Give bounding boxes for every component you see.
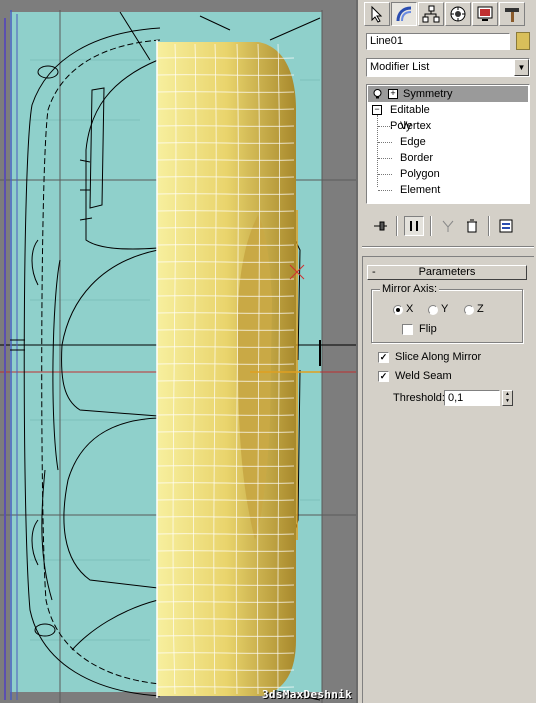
axis-x-label: X	[406, 303, 414, 315]
slice-along-mirror-label: Slice Along Mirror	[395, 351, 482, 363]
weld-seam-checkbox[interactable]: ✓	[378, 371, 389, 382]
radio-axis-y[interactable]	[428, 305, 438, 315]
threshold-spinner[interactable]: ▲ ▼	[502, 390, 513, 406]
show-end-result-button[interactable]	[404, 216, 424, 236]
motion-tab[interactable]	[445, 2, 471, 26]
stack-subobject-element[interactable]: Element	[400, 182, 440, 198]
flip-label: Flip	[419, 323, 437, 335]
create-arrow-icon	[371, 5, 383, 23]
chevron-down-icon[interactable]: ▼	[514, 59, 529, 76]
command-panel: Line01 Modifier List ▼ + Symmetry − Edit…	[356, 0, 536, 703]
utilities-hammer-icon	[505, 8, 519, 22]
object-color-swatch[interactable]	[516, 32, 530, 50]
radio-axis-z[interactable]	[464, 305, 474, 315]
parameters-rollout-header[interactable]: - Parameters	[367, 265, 527, 280]
pin-stack-button[interactable]	[370, 216, 390, 236]
modify-icon	[396, 6, 412, 22]
modifier-list-dropdown[interactable]: Modifier List ▼	[366, 58, 530, 77]
symmetry-mesh	[156, 40, 296, 698]
configure-modifier-sets-button[interactable]	[496, 216, 516, 236]
create-tab[interactable]	[364, 2, 390, 26]
expand-plus-icon[interactable]: +	[388, 89, 398, 99]
hierarchy-icon	[422, 5, 440, 23]
display-icon	[477, 6, 493, 21]
configure-sets-icon	[499, 219, 513, 233]
remove-modifier-button[interactable]	[462, 216, 482, 236]
trash-icon	[467, 219, 477, 233]
object-name-field[interactable]: Line01	[366, 33, 510, 50]
watermark-text: 3dsMaxDeshnik	[262, 688, 352, 701]
pin-icon	[374, 221, 387, 231]
collapse-minus-icon[interactable]: −	[372, 105, 382, 115]
stack-subobject-border[interactable]: Border	[400, 150, 433, 166]
stack-item-label: Symmetry	[403, 88, 453, 100]
threshold-input[interactable]: 0,1	[444, 390, 500, 406]
command-panel-tabs	[364, 2, 525, 26]
stack-subobject-edge[interactable]: Edge	[400, 134, 426, 150]
radio-axis-x[interactable]	[393, 305, 403, 315]
slice-along-mirror-checkbox[interactable]: ✓	[378, 352, 389, 363]
hierarchy-tab[interactable]	[418, 2, 444, 26]
stack-toolbar	[366, 214, 530, 238]
modify-tab[interactable]	[391, 2, 417, 26]
axis-y-label: Y	[441, 303, 449, 315]
collapse-icon: -	[372, 266, 376, 278]
mirror-axis-group: Mirror Axis: X Y Z Flip	[371, 283, 523, 343]
make-unique-button[interactable]	[438, 216, 458, 236]
stack-subobject-vertex[interactable]: Vertex	[400, 118, 431, 134]
show-end-result-icon	[410, 221, 418, 231]
utilities-tab[interactable]	[499, 2, 525, 26]
axis-z-label: Z	[477, 303, 484, 315]
stack-item-symmetry[interactable]: + Symmetry	[368, 86, 528, 102]
parameters-rollout: - Parameters Mirror Axis: X Y Z Flip ✓ S…	[362, 256, 534, 703]
weld-seam-label: Weld Seam	[395, 370, 452, 382]
viewport-canvas[interactable]	[0, 0, 356, 703]
perspective-viewport[interactable]: 3dsMaxDeshnik	[0, 0, 356, 703]
lightbulb-icon[interactable]	[373, 89, 382, 99]
modifier-stack[interactable]: + Symmetry − Editable Poly Vertex Edge B…	[366, 84, 530, 204]
rollout-title: Parameters	[418, 266, 476, 278]
motion-icon	[450, 6, 466, 22]
flip-checkbox[interactable]	[402, 324, 413, 335]
make-unique-icon	[442, 220, 454, 232]
mirror-axis-label: Mirror Axis:	[380, 283, 439, 295]
display-tab[interactable]	[472, 2, 498, 26]
stack-subobject-polygon[interactable]: Polygon	[400, 166, 440, 182]
threshold-label: Threshold:	[393, 392, 445, 404]
modifier-list-label: Modifier List	[370, 61, 430, 73]
